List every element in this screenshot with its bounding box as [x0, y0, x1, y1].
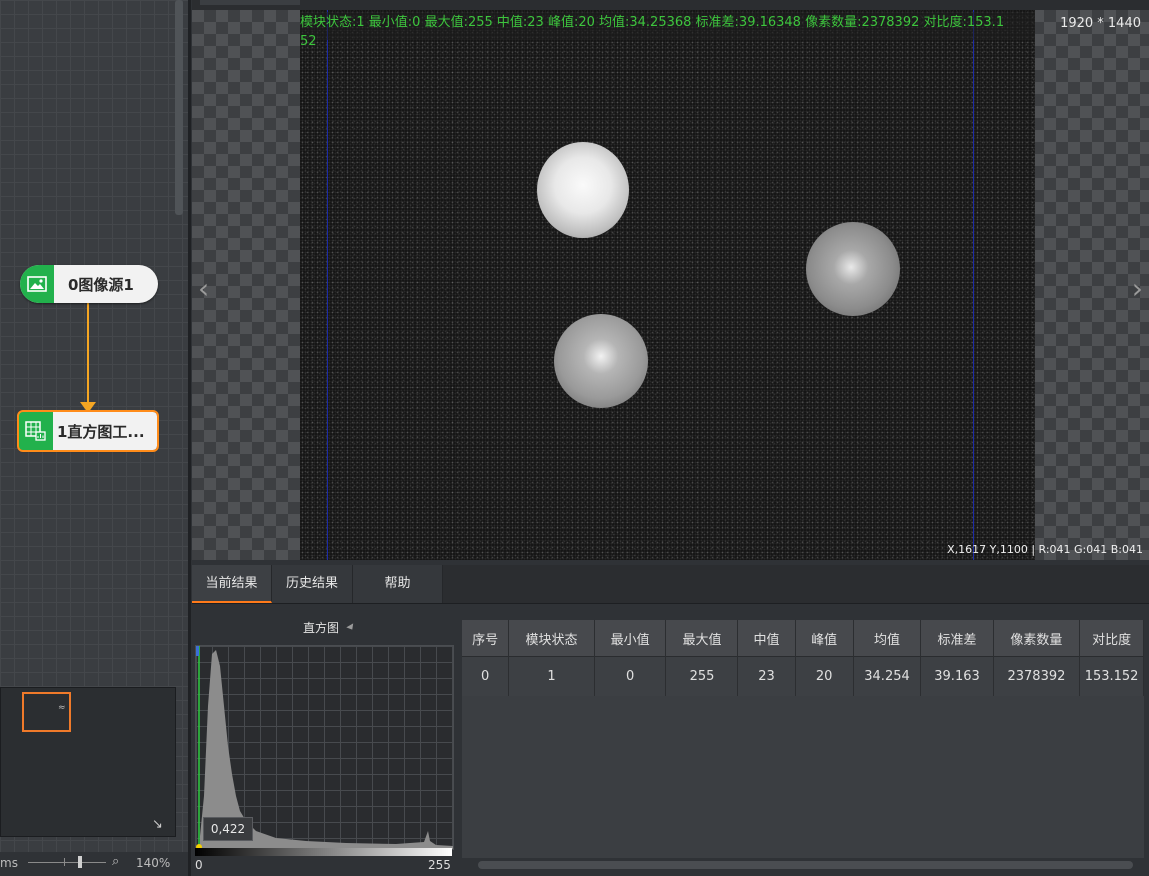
col-header[interactable]: 像素数量 [993, 620, 1081, 657]
col-header[interactable]: 序号 [462, 620, 510, 657]
histogram-title: 直方图 [303, 621, 340, 635]
viewer-top-strip [192, 0, 1149, 10]
results-table: 序号 模块状态 最小值 最大值 中值 峰值 均值 标准差 像素数量 对比度 0 … [462, 620, 1144, 696]
tab-history-result[interactable]: 历史结果 [272, 565, 353, 603]
col-header[interactable]: 模块状态 [508, 620, 595, 657]
zoom-slider-tick [64, 858, 65, 866]
histogram-top-handle[interactable] [196, 646, 199, 656]
table-cell: 2378392 [993, 656, 1081, 696]
prev-image-icon[interactable]: ‹ [198, 272, 209, 305]
flow-node-histogram-tool[interactable]: 1直方图工... [17, 410, 159, 452]
tab-help[interactable]: 帮助 [353, 565, 443, 603]
results-table-container: 序号 模块状态 最小值 最大值 中值 峰值 均值 标准差 像素数量 对比度 0 … [462, 620, 1144, 858]
histogram-gray-gradient [195, 848, 452, 856]
sample-ball-3 [554, 314, 648, 408]
col-header[interactable]: 均值 [853, 620, 922, 657]
col-header[interactable]: 峰值 [795, 620, 854, 657]
table-cell: 23 [737, 656, 796, 696]
image-viewer[interactable]: 模块状态:1 最小值:0 最大值:255 中值:23 峰值:20 均值:34.2… [192, 10, 1149, 560]
table-cell: 0 [594, 656, 667, 696]
flow-node-label: 1直方图工... [57, 422, 145, 441]
flow-node-label: 0图像源1 [68, 275, 134, 294]
viewer-top-tab[interactable] [200, 0, 300, 5]
roi-right-line [973, 10, 974, 560]
time-unit-label: ms [0, 856, 18, 870]
flow-connector [80, 303, 96, 413]
next-image-icon[interactable]: › [1132, 272, 1143, 305]
flow-status-bar: ms ⌕ 140% [0, 852, 188, 876]
table-cell: 0 [462, 656, 510, 696]
roi-left-line [327, 10, 328, 560]
table-cell: 34.254 [853, 656, 922, 696]
tab-current-result[interactable]: 当前结果 [192, 565, 272, 603]
table-cell: 153.152 [1079, 656, 1144, 696]
table-horizontal-scrollbar[interactable] [478, 861, 1133, 869]
resize-corner-icon[interactable]: ↘ [152, 817, 163, 832]
histogram-grid-icon [19, 412, 53, 450]
sample-ball-2 [806, 222, 900, 316]
col-header[interactable]: 中值 [737, 620, 796, 657]
col-header[interactable]: 最小值 [594, 620, 667, 657]
zoom-level-label: 140% [136, 856, 171, 870]
col-header[interactable]: 最大值 [665, 620, 739, 657]
flow-node-image-source[interactable]: 0图像源1 [20, 265, 158, 303]
table-cell: 20 [795, 656, 854, 696]
table-row[interactable]: 0 1 0 255 23 20 34.254 39.163 2378392 15… [462, 656, 1144, 696]
result-tab-bar: 当前结果 历史结果 帮助 [192, 565, 1149, 604]
table-cell: 39.163 [920, 656, 994, 696]
table-header-row: 序号 模块状态 最小值 最大值 中值 峰值 均值 标准差 像素数量 对比度 [462, 620, 1144, 657]
zoom-search-icon[interactable]: ⌕ [112, 854, 119, 869]
minimap-connector-icon: ≈ [58, 703, 66, 713]
result-info-text: 模块状态:1 最小值:0 最大值:255 中值:23 峰值:20 均值:34.2… [300, 15, 1005, 49]
zoom-slider-thumb[interactable] [78, 856, 82, 868]
camera-image[interactable] [300, 10, 1035, 560]
histogram-axis-max: 255 [428, 858, 451, 872]
table-cell: 1 [508, 656, 595, 696]
table-cell: 255 [665, 656, 739, 696]
histogram-axis-min: 0 [195, 858, 203, 872]
col-header[interactable]: 标准差 [920, 620, 994, 657]
zoom-slider-track[interactable] [28, 862, 106, 863]
col-header[interactable]: 对比度 [1079, 620, 1144, 657]
panel-divider[interactable] [188, 0, 191, 876]
pixel-coordinate-readout: X,1617 Y,1100 | R:041 G:041 B:041 [947, 543, 1143, 556]
sample-ball-1 [537, 142, 629, 238]
image-size-label: 1920 * 1440 [1060, 16, 1141, 31]
histogram-tooltip: 0,422 [203, 817, 253, 841]
image-icon [20, 265, 54, 303]
